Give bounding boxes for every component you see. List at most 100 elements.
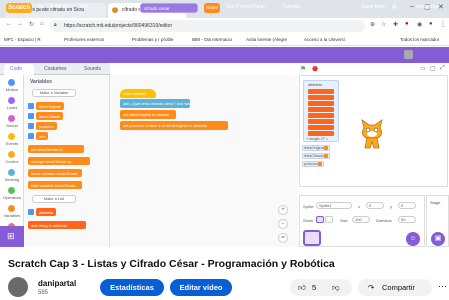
dislike-icon[interactable]: 👎︎ xyxy=(332,279,340,296)
fullscreen-icon[interactable]: ⤢ xyxy=(440,65,445,72)
tab-costumes[interactable]: Costumes xyxy=(44,66,67,72)
ask-block[interactable]: ask ¿Qué letra deseas cifrar? and wait xyxy=(120,99,191,108)
set-variable-block[interactable]: set letraCifrada to xyxy=(28,145,84,153)
edit-video-button[interactable]: Editar vídeo xyxy=(170,279,232,296)
extension-icon[interactable]: ✚ xyxy=(393,21,398,28)
small-stage-icon[interactable]: ▭ xyxy=(420,65,426,72)
zoom-in-icon[interactable]: + xyxy=(278,205,288,215)
tutorials-button[interactable]: Tutorials xyxy=(282,4,301,10)
tab-sounds[interactable]: Sounds xyxy=(84,66,101,72)
variable-block[interactable]: abc xyxy=(36,132,49,140)
bookmark-item[interactable]: Problemas y r proble xyxy=(132,37,174,42)
bookmark-item[interactable]: Profesores externos xyxy=(64,37,104,42)
list-block[interactable]: alfabeto xyxy=(36,208,57,216)
bookmark-item[interactable]: MFC - Espacio | R xyxy=(4,37,41,42)
sprite-thumbnail[interactable] xyxy=(303,230,321,246)
tab-code[interactable]: Code xyxy=(10,66,22,72)
category-events-icon[interactable] xyxy=(8,133,15,140)
show-hidden-toggle[interactable] xyxy=(325,216,333,223)
variable-block[interactable]: letraOriginal xyxy=(36,102,64,110)
variable-block[interactable]: posicion xyxy=(36,122,57,130)
choose-sprite-icon[interactable]: ☺ xyxy=(406,232,420,246)
variable-checkbox[interactable] xyxy=(28,113,34,119)
stage-selector-panel[interactable]: Stage ▣ xyxy=(426,195,449,247)
menu-edit[interactable]: Edit xyxy=(108,4,117,10)
scratch-cat-sprite[interactable] xyxy=(356,118,388,154)
hide-variable-block[interactable]: hide variable letraCifrada xyxy=(28,181,82,189)
forward-icon[interactable]: → xyxy=(17,21,23,27)
category-looks-icon[interactable] xyxy=(8,97,15,104)
add-extension-button[interactable]: ⊞ xyxy=(0,226,24,247)
see-project-page-button[interactable]: See Project Page xyxy=(226,4,265,10)
green-flag-icon[interactable]: ⚑ xyxy=(300,65,306,73)
category-motion-icon[interactable] xyxy=(8,79,15,86)
extension-icon[interactable]: ● xyxy=(405,21,409,27)
stop-icon[interactable]: ⬣ xyxy=(312,65,318,73)
category-operators-icon[interactable] xyxy=(8,187,15,194)
make-variable-button[interactable]: Make a Variable xyxy=(32,89,76,97)
code-area[interactable]: when clicked ask ¿Qué letra deseas cifra… xyxy=(110,75,298,247)
url-bar[interactable]: https://scratch.mit.edu/projects/9604963… xyxy=(50,20,365,32)
extension-icon[interactable]: ◉ xyxy=(417,21,422,28)
channel-avatar[interactable] xyxy=(8,277,28,297)
scratch-logo[interactable]: Scratch xyxy=(6,3,32,13)
avatar[interactable] xyxy=(404,50,413,59)
direction-input[interactable]: 90 xyxy=(398,216,416,223)
show-variable-block[interactable]: show variable letraCifrada xyxy=(28,169,82,177)
stats-button[interactable]: Estadísticas xyxy=(100,279,164,296)
category-variables-icon[interactable] xyxy=(8,205,15,212)
set-posicion-block[interactable]: set posicion to item # of letraOriginal … xyxy=(120,121,228,130)
monitor-value xyxy=(317,162,322,166)
zoom-reset-icon[interactable]: = xyxy=(278,233,288,243)
add-to-list-block[interactable]: add thing to alfabeto xyxy=(28,221,86,229)
close-window-icon[interactable]: ✕ xyxy=(438,3,444,11)
when-flag-clicked-block[interactable]: when clicked xyxy=(120,89,156,98)
large-stage-icon[interactable]: ▢ xyxy=(430,65,436,72)
menu-file[interactable]: File xyxy=(80,4,88,10)
list-checkbox[interactable] xyxy=(28,209,34,215)
bookmark-item[interactable]: IBM - Ola Internacio xyxy=(192,37,232,42)
more-options-icon[interactable]: ⋯ xyxy=(438,281,447,292)
category-sound-icon[interactable] xyxy=(8,115,15,122)
size-input[interactable]: 100 xyxy=(352,216,370,223)
make-list-button[interactable]: Make a List xyxy=(32,195,76,203)
bookmark-item[interactable]: Acceso a la Universi xyxy=(304,37,345,42)
sprite-name-input[interactable]: Sprite1 xyxy=(316,202,352,209)
channel-name[interactable]: danipartal xyxy=(38,279,76,288)
bookmark-item[interactable]: Anita lorente (Alegre xyxy=(246,37,287,42)
minimize-icon[interactable]: – xyxy=(410,3,414,10)
save-now-button[interactable]: Save Now xyxy=(362,4,385,10)
monitor-label: letraOriginal xyxy=(304,146,325,150)
change-variable-block[interactable]: change letraCifrada by xyxy=(28,157,90,165)
share-button[interactable]: Share xyxy=(204,3,220,13)
share-video-button[interactable]: ↷ Compartir xyxy=(358,279,432,296)
globe-icon[interactable]: ◍ xyxy=(38,4,42,10)
star-icon[interactable]: ☆ xyxy=(381,21,386,28)
set-letra-original-block[interactable]: set letraOriginal to answer xyxy=(120,110,176,119)
my-stuff-icon[interactable]: ▤ xyxy=(392,4,397,10)
x-input[interactable]: 0 xyxy=(366,202,384,209)
menu-settings[interactable]: Settings xyxy=(50,4,68,10)
y-input[interactable]: 0 xyxy=(398,202,416,209)
variable-block[interactable]: letraCifrada xyxy=(36,112,63,120)
back-icon[interactable]: ← xyxy=(6,21,12,27)
variable-checkbox[interactable] xyxy=(28,103,34,109)
variable-checkbox[interactable] xyxy=(28,123,34,129)
zoom-out-icon[interactable]: − xyxy=(278,219,288,229)
home-icon[interactable]: ⌂ xyxy=(40,21,44,27)
category-label: Operators xyxy=(3,195,21,200)
zoom-icon[interactable]: ⊕ xyxy=(370,21,375,28)
project-name-input[interactable]: cifrado cesar xyxy=(140,3,198,13)
choose-backdrop-icon[interactable]: ▣ xyxy=(431,232,445,246)
category-sensing-icon[interactable] xyxy=(8,169,15,176)
reload-icon[interactable]: ↻ xyxy=(29,21,34,28)
like-icon[interactable]: 👍︎ xyxy=(298,279,306,296)
bookmark-item[interactable]: Todos los marcador xyxy=(400,37,439,42)
category-control-icon[interactable] xyxy=(8,151,15,158)
show-visible-toggle[interactable] xyxy=(316,216,324,223)
profile-icon[interactable]: ● xyxy=(429,21,433,27)
variable-checkbox[interactable] xyxy=(28,133,34,139)
url-text: https://scratch.mit.edu/projects/9604963… xyxy=(64,23,173,29)
menu-dots-icon[interactable]: ⋮ xyxy=(440,21,446,28)
username-label[interactable]: danipartal xyxy=(416,4,438,10)
